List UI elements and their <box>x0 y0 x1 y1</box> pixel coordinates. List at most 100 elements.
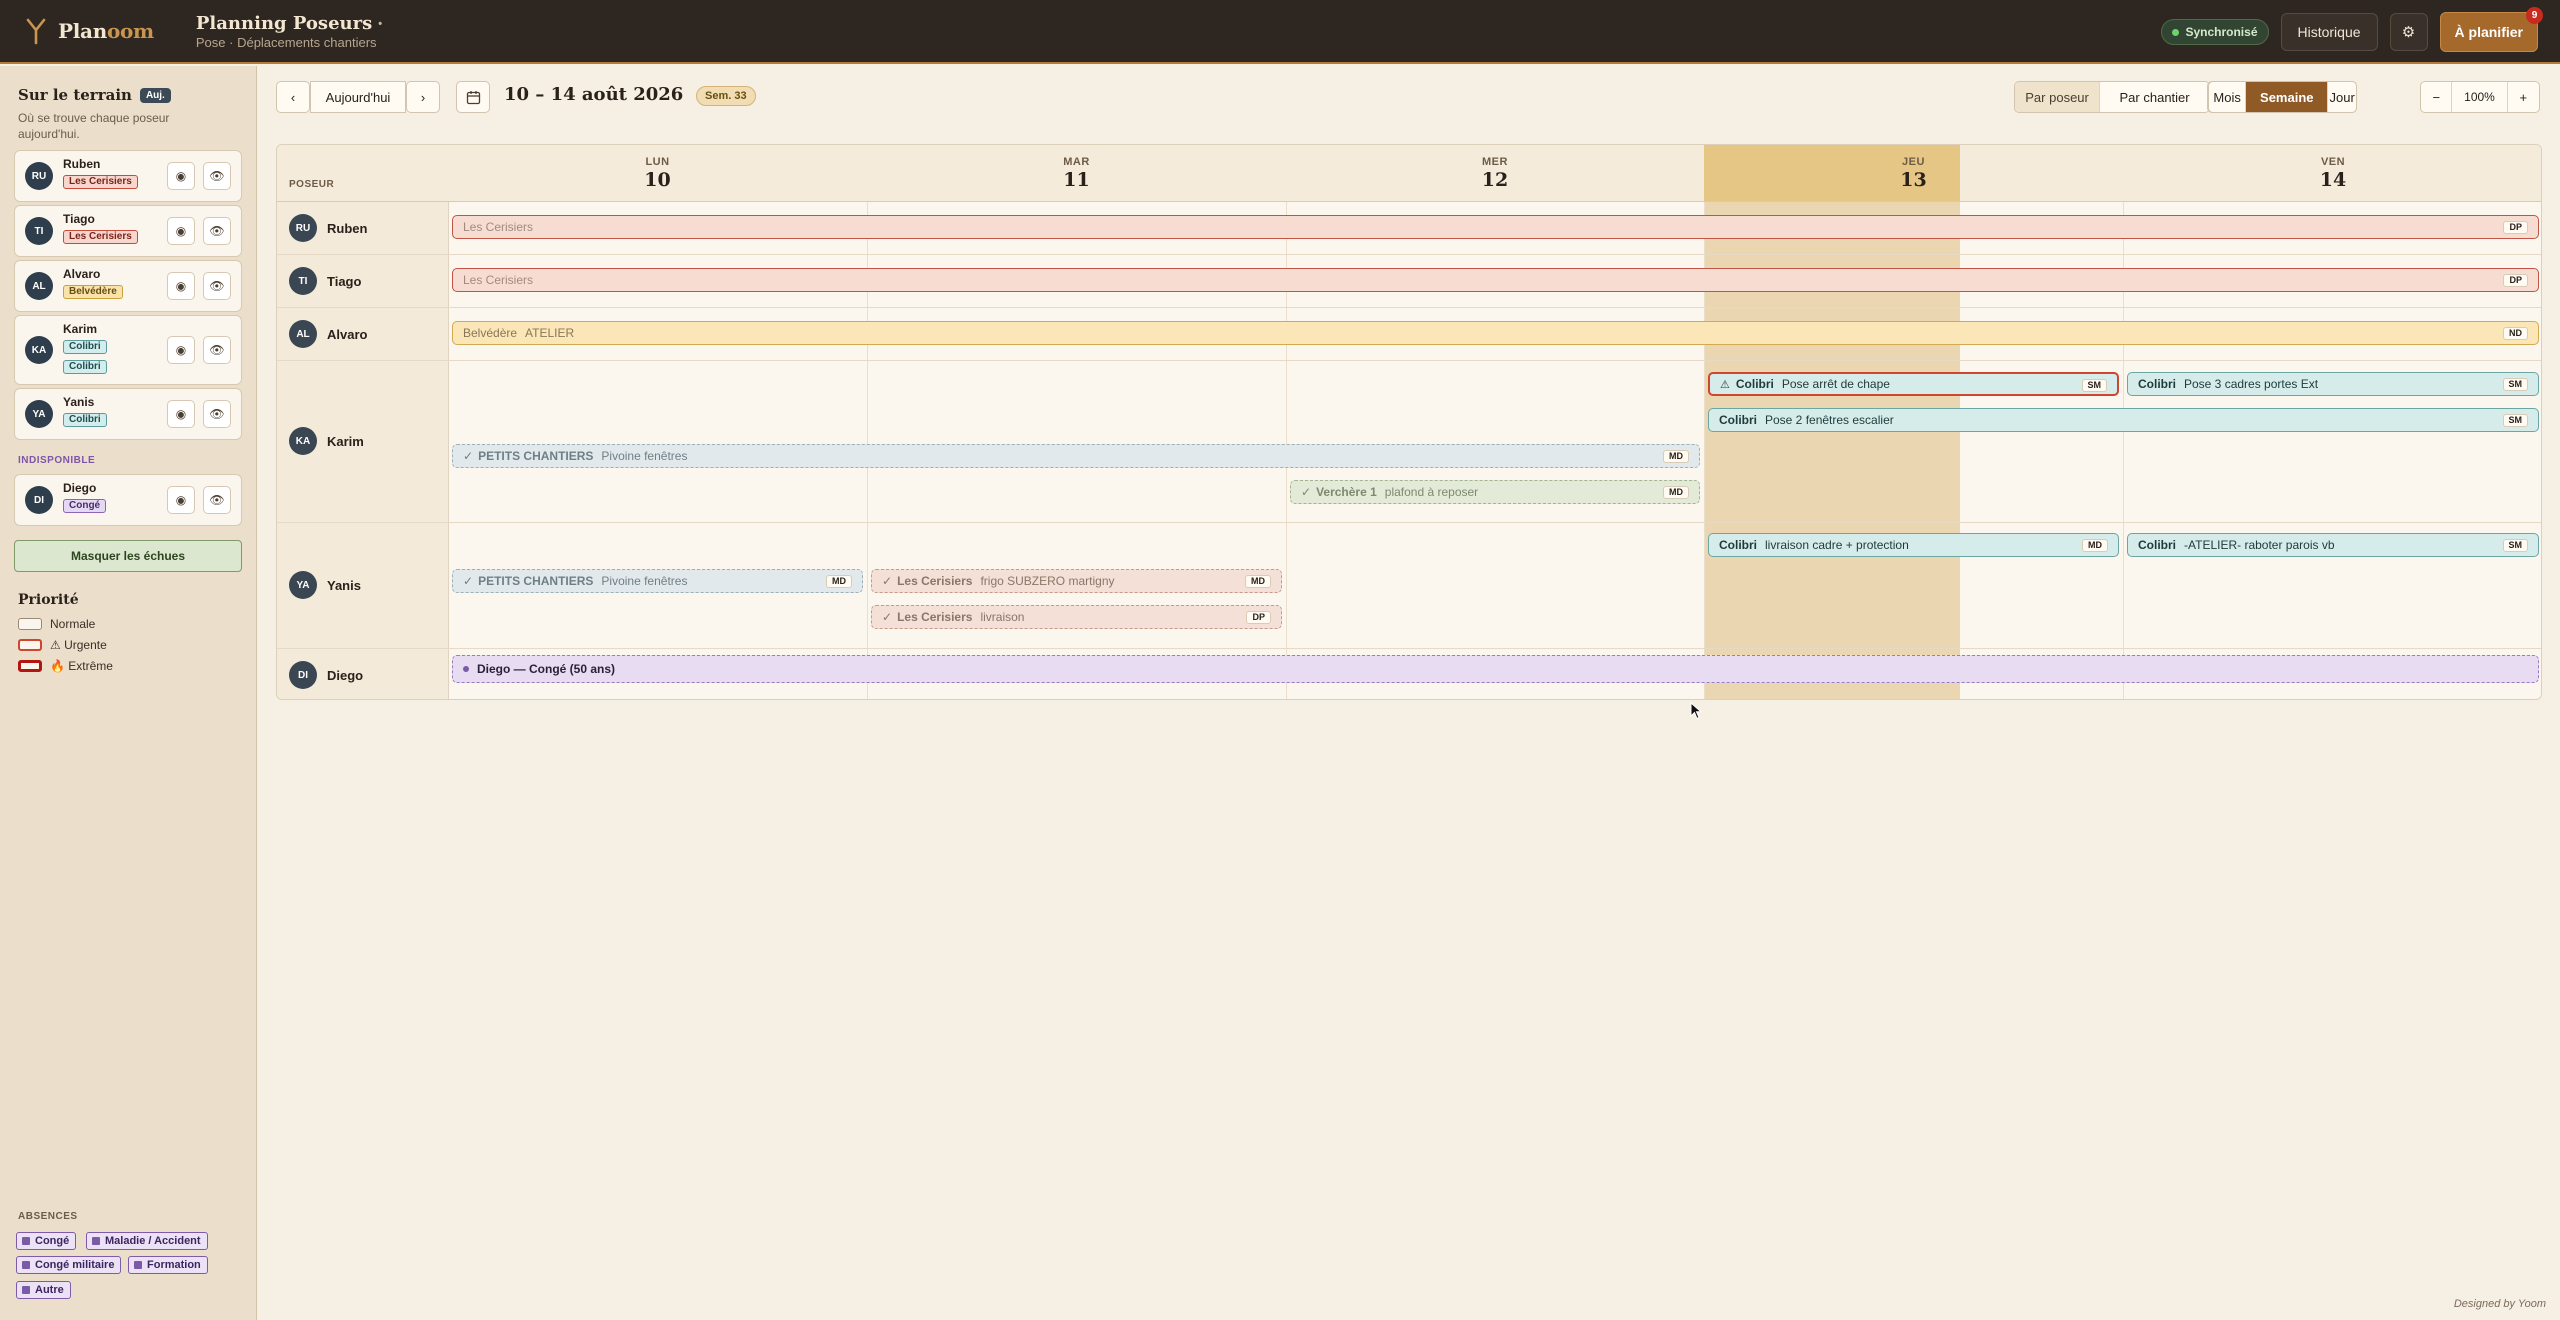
hide-expired-button[interactable]: Masquer les échues <box>14 540 242 572</box>
row-label-yanis[interactable]: YA Yanis <box>277 523 448 648</box>
absence-type-formation[interactable]: Formation <box>128 1256 208 1274</box>
initials-badge: SM <box>2502 539 2528 552</box>
priority-legend-title: Priorité <box>18 592 79 608</box>
event-yanis-petits-chantiers[interactable]: ✓ PETITS CHANTIERS Pivoine fenêtres MD <box>452 569 863 593</box>
row-name: Tiago <box>327 274 362 289</box>
absence-type-conge-militaire[interactable]: Congé militaire <box>16 1256 122 1274</box>
by-poseur-toggle[interactable]: Par poseur <box>2015 82 2101 112</box>
planning-grid: POSEUR LUN 10 MAR 11 MER 12 JEU 13 VEN 14 RU … <box>276 144 2542 700</box>
row-name: Alvaro <box>327 327 368 342</box>
eye-icon[interactable]: 👁 <box>203 162 231 190</box>
by-chantier-toggle[interactable]: Par chantier <box>2100 82 2209 112</box>
person-name: Yanis <box>63 395 95 409</box>
person-card-alvaro[interactable]: AL Alvaro Belvédère ◉ 👁 <box>14 260 242 312</box>
row-label-karim[interactable]: KA Karim <box>277 361 448 522</box>
locate-icon[interactable]: ◉ <box>167 486 195 514</box>
initials-badge: SM <box>2502 414 2528 427</box>
avatar: YA <box>289 571 317 599</box>
event-yanis-livraison-cadre[interactable]: Colibri livraison cadre + protection MD <box>1708 533 2119 557</box>
event-yanis-livraison[interactable]: ✓ Les Cerisiers livraison DP <box>871 605 1282 629</box>
day-header-mar[interactable]: MAR 11 <box>867 145 1286 201</box>
initials-badge: MD <box>1663 486 1689 499</box>
priority-extreme: 🔥 Extrême <box>18 659 113 673</box>
person-card-diego[interactable]: DI Diego Congé ◉ 👁 <box>14 474 242 526</box>
zoom-in-button[interactable]: + <box>2508 82 2539 112</box>
week-view-button[interactable]: Semaine <box>2246 82 2329 112</box>
today-chip: Auj. <box>139 87 171 103</box>
avatar: AL <box>289 320 317 348</box>
row-label-tiago[interactable]: TI Tiago <box>277 255 448 307</box>
prev-week-button[interactable]: ‹ <box>276 81 310 113</box>
row-label-ruben[interactable]: RU Ruben <box>277 202 448 254</box>
event-yanis-atelier-raboter[interactable]: Colibri -ATELIER- raboter parois vb SM <box>2127 533 2539 557</box>
today-button[interactable]: Aujourd'hui <box>310 81 406 113</box>
absence-type-maladie[interactable]: Maladie / Accident <box>86 1232 208 1250</box>
grid-vline <box>448 201 449 699</box>
person-name: Tiago <box>63 212 95 226</box>
to-plan-count-badge: 9 <box>2526 7 2543 24</box>
top-bar: Planoom Planning Poseurs • Pose · Déplace… <box>0 0 2560 64</box>
event-yanis-frigo-subzero[interactable]: ✓ Les Cerisiers frigo SUBZERO martigny MD <box>871 569 1282 593</box>
event-karim-pose-arret-chape[interactable]: ⚠ Colibri Pose arrêt de chape SM <box>1708 372 2119 396</box>
absences-label: ABSENCES <box>18 1211 78 1222</box>
check-icon: ✓ <box>882 610 893 624</box>
day-header-lun[interactable]: LUN 10 <box>448 145 867 201</box>
week-number-badge: Sem. 33 <box>696 86 756 106</box>
eye-icon[interactable]: 👁 <box>203 272 231 300</box>
locate-icon[interactable]: ◉ <box>167 272 195 300</box>
absence-type-autre[interactable]: Autre <box>16 1281 71 1299</box>
calendar-icon[interactable] <box>456 81 490 113</box>
page-title: Planning Poseurs • <box>195 12 383 34</box>
sidebar: Sur le terrain Auj. Où se trouve chaque p… <box>0 66 257 1320</box>
person-card-karim[interactable]: KA Karim Colibri Colibri ◉ 👁 <box>14 315 242 385</box>
eye-icon[interactable]: 👁 <box>203 336 231 364</box>
absence-tag: Congé <box>63 499 107 513</box>
locate-icon[interactable]: ◉ <box>167 162 195 190</box>
settings-gear-icon[interactable]: ⚙ <box>2389 13 2428 51</box>
history-button[interactable]: Historique <box>2280 13 2378 51</box>
event-alvaro-belvedere[interactable]: Belvédère ATELIER ND <box>452 321 2539 345</box>
eye-icon[interactable]: 👁 <box>203 217 231 245</box>
event-karim-petits-chantiers[interactable]: ✓ PETITS CHANTIERS Pivoine fenêtres MD <box>452 444 1700 468</box>
locate-icon[interactable]: ◉ <box>167 400 195 428</box>
day-header-ven[interactable]: VEN 14 <box>2123 145 2541 201</box>
to-plan-button[interactable]: À planifier 9 <box>2439 7 2543 52</box>
initials-badge: MD <box>1663 450 1689 463</box>
grid-hline <box>277 648 2541 649</box>
day-view-button[interactable]: Jour <box>2328 82 2356 112</box>
row-label-diego[interactable]: DI Diego <box>277 649 448 699</box>
person-card-ruben[interactable]: RU Ruben Les Cerisiers ◉ 👁 <box>14 150 242 202</box>
event-diego-conge[interactable]: Diego — Congé (50 ans) <box>452 655 2539 683</box>
day-header-jeu[interactable]: JEU 13 <box>1704 145 2123 201</box>
event-tiago-les-cerisiers[interactable]: Les Cerisiers DP <box>452 268 2539 292</box>
month-view-button[interactable]: Mois <box>2209 82 2247 112</box>
next-week-button[interactable]: › <box>406 81 440 113</box>
person-card-yanis[interactable]: YA Yanis Colibri ◉ 👁 <box>14 388 242 440</box>
brand-logo-text[interactable]: Planoom <box>58 19 154 43</box>
warning-icon: ⚠ <box>1720 378 1730 391</box>
person-card-tiago[interactable]: TI Tiago Les Cerisiers ◉ 👁 <box>14 205 242 257</box>
row-name: Ruben <box>327 221 368 236</box>
absence-type-conge[interactable]: Congé <box>16 1232 77 1250</box>
eye-icon[interactable]: 👁 <box>203 400 231 428</box>
locate-icon[interactable]: ◉ <box>167 217 195 245</box>
row-name: Diego <box>327 668 364 683</box>
event-karim-pose-fenetres-escalier[interactable]: Colibri Pose 2 fenêtres escalier SM <box>1708 408 2539 432</box>
logo-icon <box>26 18 46 45</box>
priority-urgent: ⚠ Urgente <box>18 638 107 652</box>
initials-badge: MD <box>1245 575 1271 588</box>
event-karim-pose-cadres[interactable]: Colibri Pose 3 cadres portes Ext SM <box>2127 372 2539 396</box>
view-mode-toggle: Par poseur Par chantier <box>2014 81 2210 113</box>
sidebar-title: Sur le terrain Auj. <box>18 86 198 104</box>
event-ruben-les-cerisiers[interactable]: Les Cerisiers DP <box>452 215 2539 239</box>
locate-icon[interactable]: ◉ <box>167 336 195 364</box>
check-icon: ✓ <box>882 574 893 588</box>
row-label-alvaro[interactable]: AL Alvaro <box>277 308 448 360</box>
site-tag: Les Cerisiers <box>63 175 138 189</box>
check-icon: ✓ <box>1301 485 1312 499</box>
zoom-out-button[interactable]: − <box>2421 82 2453 112</box>
eye-icon[interactable]: 👁 <box>203 486 231 514</box>
day-header-mer[interactable]: MER 12 <box>1286 145 1704 201</box>
event-karim-verchere[interactable]: ✓ Verchère 1 plafond à reposer MD <box>1290 480 1700 504</box>
zoom-level: 100% <box>2452 82 2508 112</box>
